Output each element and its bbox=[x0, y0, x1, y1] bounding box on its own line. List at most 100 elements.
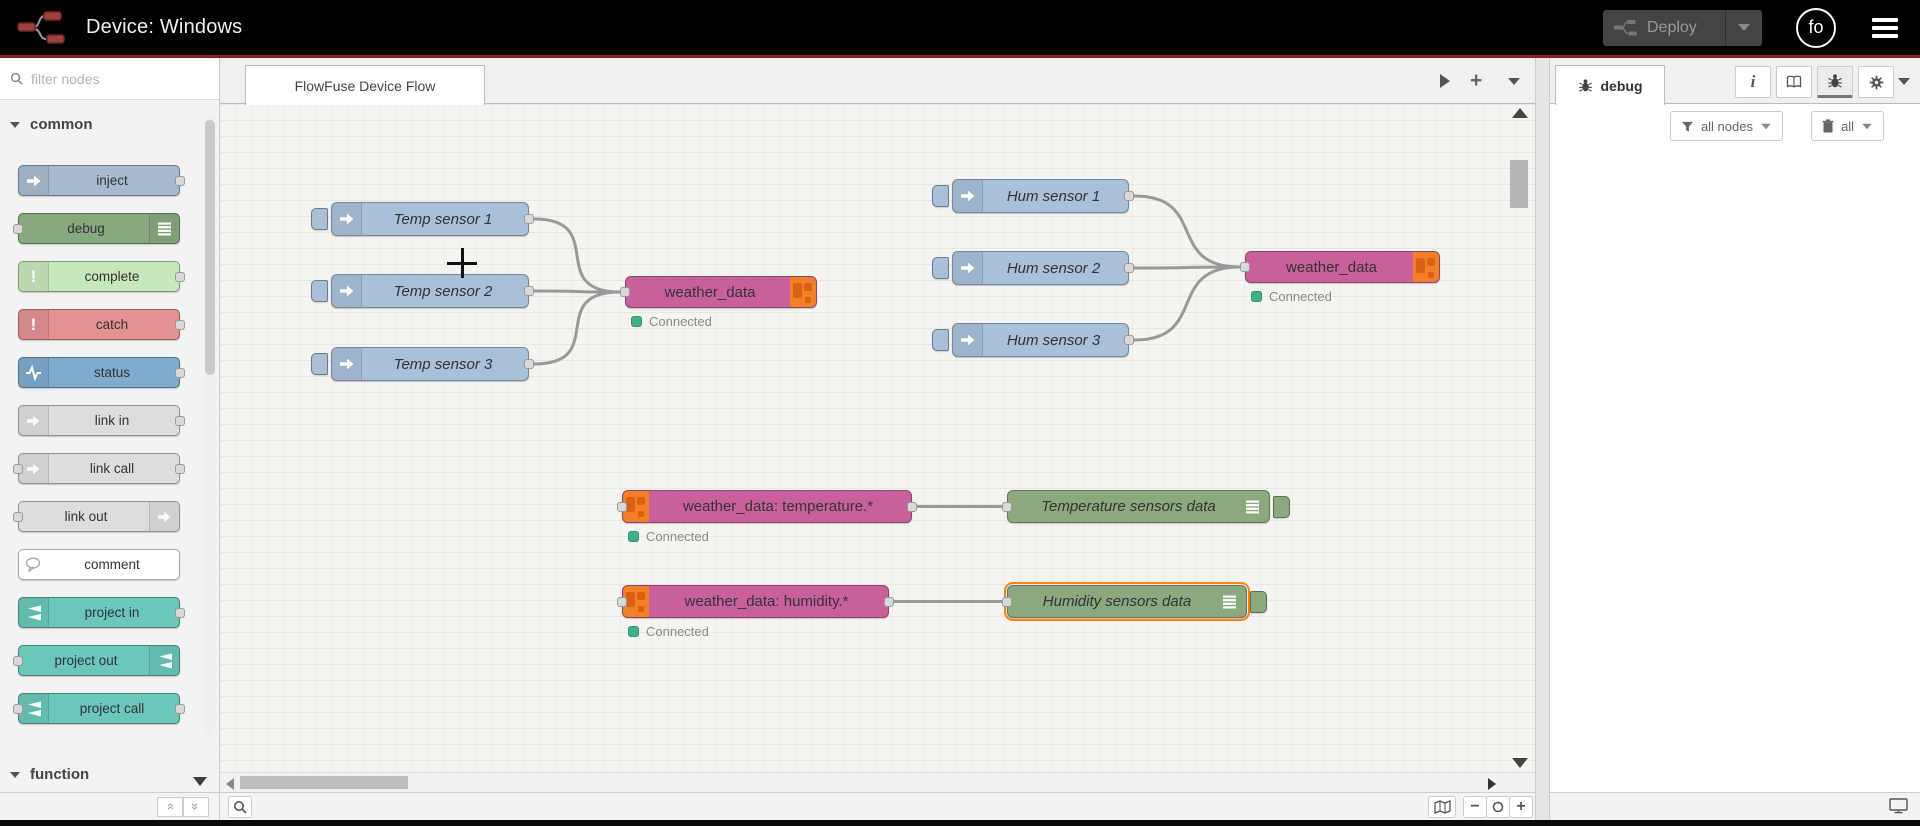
horizontal-scroll-thumb[interactable] bbox=[240, 776, 408, 789]
flow-node-hum2[interactable]: Hum sensor 2 bbox=[932, 251, 1134, 285]
scroll-left-icon[interactable] bbox=[226, 778, 234, 790]
flow-node-dbt[interactable]: Temperature sensors data bbox=[1002, 490, 1290, 523]
palette-node-link-in[interactable]: link in bbox=[18, 405, 185, 436]
flow-node-wd2[interactable]: weather_data bbox=[1240, 251, 1440, 283]
output-port[interactable] bbox=[1124, 263, 1134, 273]
input-port[interactable] bbox=[617, 501, 627, 512]
palette-node-debug[interactable]: debug bbox=[13, 213, 180, 244]
config-tab-button[interactable] bbox=[1858, 66, 1894, 98]
filter-nodes-input[interactable] bbox=[31, 70, 191, 87]
palette-node-comment[interactable]: comment bbox=[18, 549, 180, 580]
output-port[interactable] bbox=[524, 286, 534, 296]
vertical-scroll-thumb[interactable] bbox=[1510, 160, 1528, 208]
node-port[interactable] bbox=[13, 703, 23, 714]
minimap-button[interactable] bbox=[1428, 796, 1456, 818]
output-port[interactable] bbox=[1124, 191, 1134, 201]
open-in-window-button[interactable] bbox=[1889, 798, 1908, 819]
node-port[interactable] bbox=[175, 703, 185, 714]
zoom-out-button[interactable]: − bbox=[1463, 796, 1487, 818]
flow-node-dbh[interactable]: Humidity sensors data bbox=[1002, 582, 1267, 621]
palette-node-project-call[interactable]: project call bbox=[13, 693, 185, 724]
palette-node-project-in[interactable]: project in bbox=[18, 597, 185, 628]
node-port[interactable] bbox=[175, 271, 185, 282]
panel-splitter[interactable] bbox=[1535, 58, 1550, 820]
flow-node-temp1[interactable]: Temp sensor 1 bbox=[311, 202, 534, 236]
wire[interactable] bbox=[533, 217, 621, 294]
node-port[interactable] bbox=[175, 319, 185, 330]
zoom-in-button[interactable]: + bbox=[1509, 796, 1533, 818]
debug-toggle-button[interactable] bbox=[1273, 495, 1290, 518]
node-port[interactable] bbox=[13, 511, 23, 522]
collapse-all-button[interactable]: » bbox=[157, 796, 183, 817]
wire[interactable] bbox=[1133, 194, 1241, 269]
scroll-right-icon[interactable] bbox=[1488, 778, 1496, 790]
node-port[interactable] bbox=[13, 655, 23, 666]
flow-node-hum1[interactable]: Hum sensor 1 bbox=[932, 179, 1134, 213]
inject-button[interactable] bbox=[311, 280, 328, 302]
flow-node-temp2[interactable]: Temp sensor 2 bbox=[311, 274, 534, 308]
add-flow-button[interactable]: + bbox=[1470, 58, 1482, 104]
zoom-reset-button[interactable] bbox=[1486, 796, 1510, 818]
debug-tab-button[interactable] bbox=[1817, 66, 1853, 98]
palette-node-catch[interactable]: ! catch bbox=[18, 309, 185, 340]
inject-button[interactable] bbox=[932, 257, 949, 279]
flow-node-hum3[interactable]: Hum sensor 3 bbox=[932, 323, 1134, 357]
palette-node-status[interactable]: status bbox=[18, 357, 185, 388]
node-port[interactable] bbox=[13, 223, 23, 234]
help-tab-button[interactable] bbox=[1776, 66, 1812, 98]
wire[interactable] bbox=[1133, 265, 1241, 342]
input-port[interactable] bbox=[1002, 596, 1012, 607]
palette-scrollbar-thumb[interactable] bbox=[205, 120, 215, 375]
palette-section-function[interactable]: function bbox=[0, 750, 219, 783]
inject-button[interactable] bbox=[932, 185, 949, 207]
main-menu-icon[interactable] bbox=[1872, 14, 1898, 42]
inject-button[interactable] bbox=[311, 208, 328, 230]
output-port[interactable] bbox=[884, 596, 894, 607]
run-flow-button[interactable] bbox=[1440, 58, 1450, 104]
canvas-search-button[interactable] bbox=[228, 796, 252, 818]
palette-node-inject[interactable]: inject bbox=[18, 165, 185, 196]
scroll-up-icon[interactable] bbox=[1512, 108, 1528, 118]
palette-section-common[interactable]: common bbox=[0, 100, 219, 133]
node-port[interactable] bbox=[175, 607, 185, 618]
tab-debug[interactable]: debug bbox=[1555, 65, 1665, 105]
node-port[interactable] bbox=[13, 463, 23, 474]
output-port[interactable] bbox=[907, 501, 917, 512]
output-port[interactable] bbox=[1124, 335, 1134, 345]
expand-all-button[interactable]: » bbox=[183, 796, 209, 817]
inject-button[interactable] bbox=[311, 353, 328, 375]
wire[interactable] bbox=[533, 290, 621, 366]
input-port[interactable] bbox=[617, 596, 627, 607]
input-port[interactable] bbox=[1002, 501, 1012, 512]
palette-node-project-out[interactable]: project out bbox=[13, 645, 180, 676]
palette-node-complete[interactable]: ! complete bbox=[18, 261, 185, 292]
input-port[interactable] bbox=[1240, 262, 1250, 272]
info-tab-button[interactable]: i bbox=[1735, 66, 1771, 98]
debug-toggle-button[interactable] bbox=[1250, 590, 1267, 613]
debug-clear-button[interactable]: all bbox=[1810, 111, 1884, 141]
input-port[interactable] bbox=[620, 287, 630, 297]
palette-scroll-down-icon[interactable] bbox=[193, 777, 207, 786]
node-port[interactable] bbox=[175, 367, 185, 378]
canvas-vertical-scrollbar[interactable] bbox=[1509, 104, 1531, 772]
scroll-down-icon[interactable] bbox=[1512, 758, 1528, 768]
palette-node-link-call[interactable]: link call bbox=[13, 453, 185, 484]
inject-button[interactable] bbox=[932, 329, 949, 351]
node-port[interactable] bbox=[175, 175, 185, 186]
debug-filter-button[interactable]: all nodes bbox=[1669, 111, 1783, 141]
avatar[interactable]: fo bbox=[1796, 7, 1836, 48]
deploy-caret-icon[interactable] bbox=[1738, 24, 1750, 31]
sidebar-menu-icon[interactable] bbox=[1898, 78, 1910, 85]
flow-node-wdt[interactable]: weather_data: temperature.* bbox=[617, 490, 917, 523]
tab-flowfuse-device-flow[interactable]: FlowFuse Device Flow bbox=[245, 65, 485, 105]
flow-list-button[interactable] bbox=[1508, 58, 1520, 104]
output-port[interactable] bbox=[524, 214, 534, 224]
node-port[interactable] bbox=[175, 415, 185, 426]
output-port[interactable] bbox=[524, 359, 534, 369]
canvas-horizontal-scrollbar[interactable] bbox=[220, 772, 1535, 792]
flow-canvas[interactable]: Temp sensor 1 Temp sensor 2 Temp sensor 3 w… bbox=[220, 104, 1535, 772]
node-port[interactable] bbox=[175, 463, 185, 474]
flow-node-wd1[interactable]: weather_data bbox=[620, 276, 817, 308]
palette-node-link-out[interactable]: link out bbox=[13, 501, 180, 532]
flow-node-wdh[interactable]: weather_data: humidity.* bbox=[617, 585, 894, 618]
